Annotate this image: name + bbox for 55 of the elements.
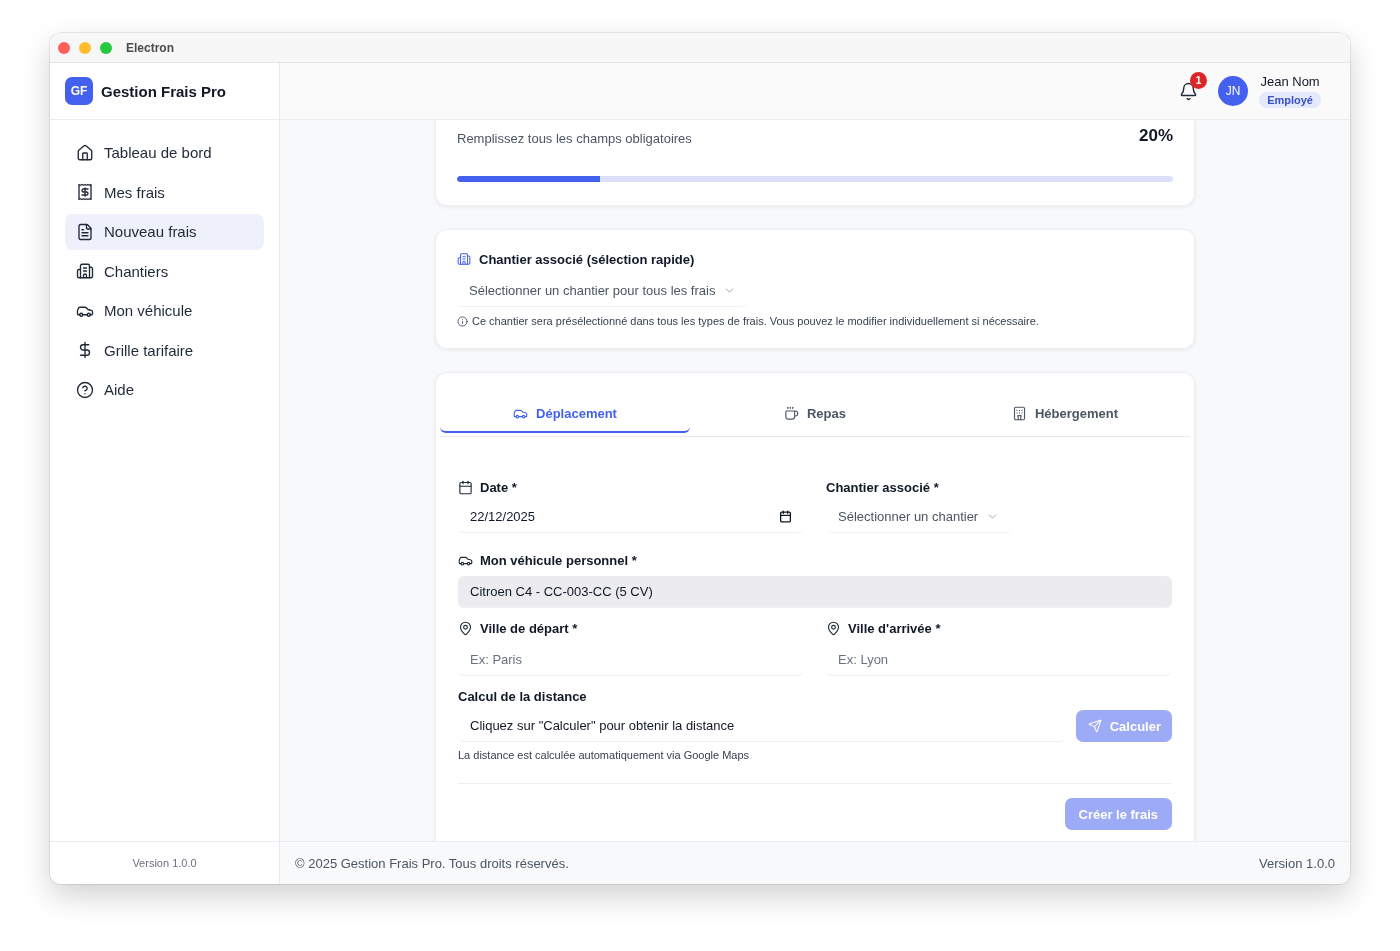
notification-badge: 1 <box>1190 71 1208 89</box>
field-label: Calcul de la distance <box>458 688 587 704</box>
sidebar-item[interactable]: Mon véhicule <box>65 293 264 329</box>
sidebar-item[interactable]: Mes frais <box>65 174 264 210</box>
close-window-icon[interactable] <box>58 41 70 54</box>
version-text: Version 1.0.0 <box>132 857 197 869</box>
role-badge: Employé <box>1259 92 1321 108</box>
copyright-text: © 2025 Gestion Frais Pro. Tous droits réservés. <box>295 855 569 871</box>
logo-badge: GF <box>65 77 93 105</box>
app-name: Gestion Frais Pro <box>101 82 227 100</box>
city-field[interactable]: Ex: Paris <box>458 644 804 676</box>
progress-subtitle: Remplissez tous les champs obligatoires <box>457 130 692 146</box>
calendar-icon[interactable] <box>779 510 792 523</box>
map-pin-icon <box>458 620 473 636</box>
date-field[interactable]: 22/12/2025 <box>458 501 804 533</box>
vehicle-field[interactable]: Citroen C4 - CC-003-CC (5 CV) <box>458 576 1172 608</box>
document-icon <box>76 222 94 241</box>
city-field[interactable]: Ex: Lyon <box>826 644 1172 676</box>
field-label: Ville d'arrivée * <box>848 620 941 636</box>
info-icon <box>457 315 468 327</box>
tab[interactable]: Déplacement <box>440 395 690 433</box>
help-icon <box>76 380 94 399</box>
building-icon <box>1011 405 1027 421</box>
map-pin-icon <box>826 620 841 636</box>
field-label: Date * <box>480 479 517 495</box>
cup-icon <box>784 405 799 421</box>
site-select[interactable]: Sélectionner un chantier <box>826 501 1012 533</box>
building-icon <box>76 262 94 281</box>
field-label: Chantier associé * <box>826 479 939 495</box>
zoom-window-icon[interactable] <box>100 41 112 54</box>
receipt-icon <box>76 183 94 202</box>
sidebar-item[interactable]: Chantiers <box>65 253 264 289</box>
field-label: Mon véhicule personnel * <box>480 552 637 568</box>
field-label: Ville de départ * <box>480 620 578 636</box>
user-name: Jean Nom <box>1260 74 1320 89</box>
help-text: La distance est calculée automatiquement via Google Maps <box>458 749 750 761</box>
house-icon <box>76 143 94 162</box>
sidebar-item[interactable]: Tableau de bord <box>65 135 264 171</box>
sidebar-item[interactable]: Aide <box>65 372 264 408</box>
calendar-icon <box>458 479 473 495</box>
tab[interactable]: Hébergement <box>940 395 1190 433</box>
site-select[interactable]: Sélectionner un chantier pour tous les frais <box>457 275 749 307</box>
progress-percent: 20% <box>1138 126 1173 146</box>
info-note: Ce chantier sera présélectionné dans tous les types de frais. Vous pouvez le modifier individuellement si nécessaire. <box>472 315 1039 327</box>
paper-plane-icon <box>1087 719 1102 733</box>
version-text: Version 1.0.0 <box>1259 855 1335 871</box>
minimize-window-icon[interactable] <box>79 41 91 54</box>
user-avatar[interactable]: JN <box>1218 76 1249 106</box>
tab[interactable]: Repas <box>690 395 940 433</box>
distance-field[interactable]: Cliquez sur "Calculer" pour obtenir la distance <box>458 710 1066 742</box>
window-title: Electron <box>126 40 174 55</box>
sidebar-item[interactable]: Nouveau frais <box>65 214 264 250</box>
sidebar-item[interactable]: Grille tarifaire <box>65 332 264 368</box>
building-icon <box>457 252 471 266</box>
card-title: Chantier associé (sélection rapide) <box>479 251 695 267</box>
